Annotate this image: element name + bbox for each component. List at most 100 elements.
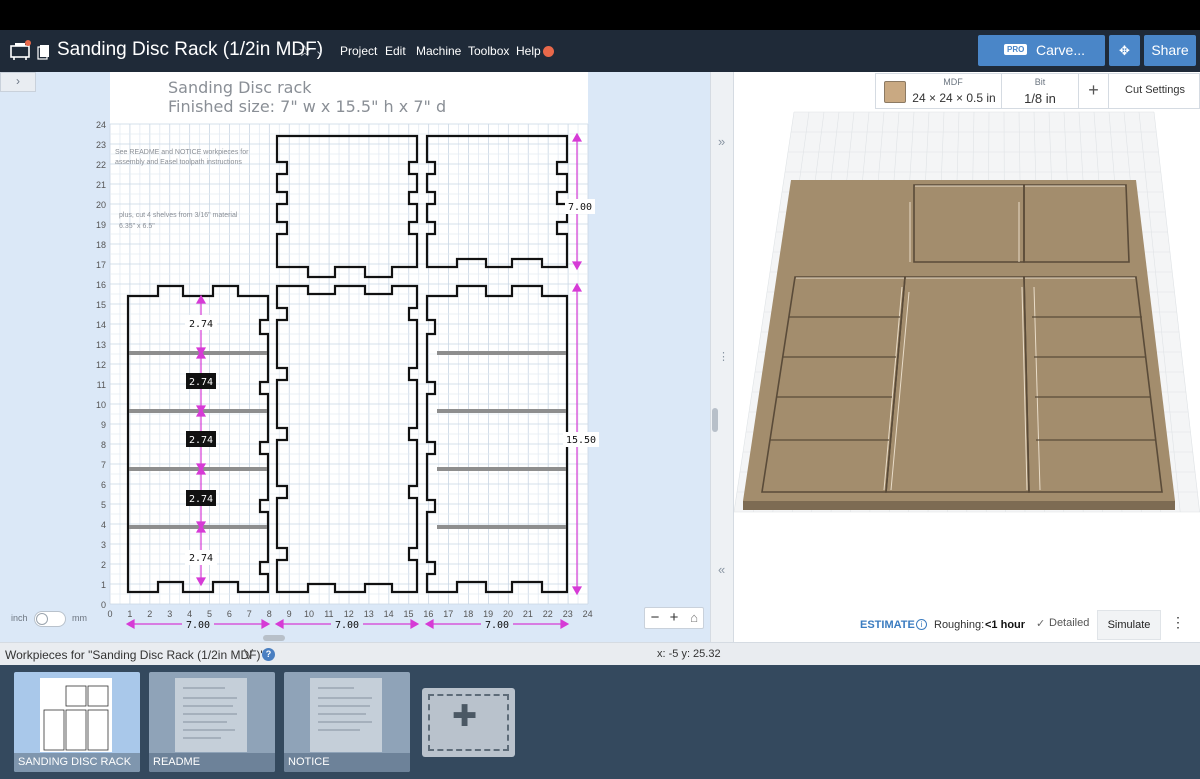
x-tick-label: 16: [423, 609, 433, 619]
menu-machine[interactable]: Machine: [416, 44, 461, 58]
y-tick-label: 23: [96, 140, 106, 150]
unit-switch[interactable]: [34, 611, 66, 627]
y-tick-label: 3: [101, 540, 106, 550]
document-icon[interactable]: [36, 40, 52, 62]
project-title[interactable]: Sanding Disc Rack (1/2in MDF): [57, 39, 323, 61]
shelf-spacing-1: 2.74: [189, 319, 213, 330]
chevron-down-icon[interactable]: ⌄: [315, 44, 324, 57]
app-header: Sanding Disc Rack (1/2in MDF) ☆ ⌄ Projec…: [0, 30, 1200, 72]
cursor-coordinates: x: -5 y: 25.32: [657, 648, 721, 660]
unit-switch-knob[interactable]: [36, 613, 48, 625]
y-tick-label: 12: [96, 360, 106, 370]
y-tick-label: 4: [101, 520, 106, 530]
x-tick-label: 24: [583, 609, 593, 619]
chevron-right-icon[interactable]: »: [718, 134, 725, 149]
menu-help[interactable]: Help: [516, 44, 541, 58]
menu-project[interactable]: Project: [340, 44, 377, 58]
unit-mm-label: mm: [72, 613, 87, 623]
grip-icon: ⋮: [718, 351, 729, 363]
preview-panel[interactable]: MDF 24 × 24 × 0.5 in Bit 1/8 in + Cut Se…: [734, 72, 1200, 642]
check-icon[interactable]: ✓: [1036, 617, 1045, 630]
workpiece-thumb-sanding-disc-rack[interactable]: SANDING DISC RACK: [14, 672, 140, 772]
vertical-scrollbar[interactable]: [712, 408, 718, 432]
collapse-sidebar-button[interactable]: ›: [0, 72, 36, 92]
x-tick-label: 10: [304, 609, 314, 619]
chevron-left-icon[interactable]: «: [718, 562, 725, 577]
chevron-down-icon[interactable]: ⋁: [244, 647, 253, 660]
x-tick-label: 14: [384, 609, 394, 619]
width-dimension-3: 7.00: [485, 620, 509, 631]
y-tick-label: 8: [101, 440, 106, 450]
star-icon[interactable]: ☆: [298, 42, 311, 60]
cut-settings-button[interactable]: Cut Settings: [1109, 84, 1200, 96]
detailed-label[interactable]: Detailed: [1049, 617, 1089, 629]
workpiece-thumb-readme[interactable]: README: [149, 672, 275, 772]
machine-icon[interactable]: [9, 40, 31, 62]
shelf-spacing-5: 2.74: [189, 553, 213, 564]
help-icon[interactable]: ?: [262, 648, 275, 661]
y-tick-label: 5: [101, 500, 106, 510]
share-button[interactable]: Share: [1144, 35, 1196, 66]
bit-label[interactable]: Bit: [1002, 77, 1078, 87]
zoom-controls: − + ⌂: [644, 607, 704, 629]
roughing-value: <1 hour: [985, 619, 1026, 631]
note-readme-2: assembly and Easel toolpath instructions: [115, 159, 242, 166]
x-tick-label: 15: [403, 609, 413, 619]
material-panel: MDF 24 × 24 × 0.5 in Bit 1/8 in + Cut Se…: [875, 73, 1200, 109]
bit-size[interactable]: 1/8 in: [1002, 91, 1078, 106]
x-tick-label: 3: [167, 609, 172, 619]
top-black-band: [0, 0, 1200, 30]
menu-edit[interactable]: Edit: [385, 44, 406, 58]
estimate-label[interactable]: ESTIMATE: [860, 619, 915, 631]
workpiece-label: NOTICE: [284, 753, 410, 772]
bottom-height-dimension: 15.50: [566, 435, 596, 446]
zoom-in-button[interactable]: +: [664, 608, 684, 628]
app-window: Sanding Disc Rack (1/2in MDF) ☆ ⌄ Projec…: [0, 0, 1200, 779]
material-swatch[interactable]: [884, 81, 906, 103]
x-tick-label: 18: [463, 609, 473, 619]
preview-3d[interactable]: [734, 72, 1200, 642]
width-dimension-2: 7.00: [335, 620, 359, 631]
x-tick-label: 21: [523, 609, 533, 619]
move-icon[interactable]: ✥: [1109, 35, 1140, 66]
x-tick-label: 9: [287, 609, 292, 619]
shelf-spacing-2: 2.74: [189, 377, 213, 388]
x-tick-label: 22: [543, 609, 553, 619]
x-tick-label: 8: [267, 609, 272, 619]
workpiece-thumb-notice[interactable]: NOTICE: [284, 672, 410, 772]
canvas-drawing[interactable]: Sanding Disc rack Finished size: 7" w x …: [0, 72, 710, 642]
horizontal-scrollbar[interactable]: [263, 635, 285, 641]
y-tick-label: 13: [96, 340, 106, 350]
workpiece-label: SANDING DISC RACK: [14, 753, 140, 772]
x-tick-label: 17: [443, 609, 453, 619]
panel-splitter[interactable]: » ⋮ «: [710, 72, 734, 642]
menu-toolbox[interactable]: Toolbox: [468, 44, 509, 58]
units-toggle[interactable]: inch mm: [0, 610, 110, 630]
more-options-icon[interactable]: ⋮: [1171, 614, 1185, 631]
y-tick-label: 6: [101, 480, 106, 490]
x-tick-label: 2: [147, 609, 152, 619]
canvas-heading-2: Finished size: 7" w x 15.5" h x 7" d: [168, 97, 446, 116]
estimate-bar: ESTIMATE i Roughing: <1 hour ✓ Detailed …: [734, 610, 1200, 642]
material-size[interactable]: 24 × 24 × 0.5 in: [906, 91, 1002, 105]
add-bit-button[interactable]: +: [1079, 80, 1108, 101]
y-tick-label: 11: [97, 380, 106, 390]
y-tick-label: 20: [96, 200, 106, 210]
add-workpiece-button[interactable]: ✚: [422, 688, 515, 757]
y-tick-label: 22: [96, 160, 106, 170]
carve-button[interactable]: PRO Carve...: [978, 35, 1105, 66]
design-canvas[interactable]: Sanding Disc rack Finished size: 7" w x …: [0, 72, 710, 642]
info-icon[interactable]: i: [916, 619, 927, 630]
home-icon[interactable]: ⌂: [684, 608, 704, 628]
zoom-out-button[interactable]: −: [645, 608, 665, 628]
canvas-heading-1: Sanding Disc rack: [168, 78, 312, 97]
simulate-button[interactable]: Simulate: [1097, 610, 1161, 640]
y-tick-label: 18: [96, 240, 106, 250]
y-tick-label: 19: [96, 220, 106, 230]
material-name[interactable]: MDF: [908, 77, 998, 87]
y-tick-label: 10: [96, 400, 106, 410]
y-tick-label: 1: [101, 580, 106, 590]
y-tick-label: 14: [96, 320, 106, 330]
mdf-board-top: [743, 180, 1175, 501]
workpieces-header: Workpieces for "Sanding Disc Rack (1/2in…: [0, 642, 1200, 665]
